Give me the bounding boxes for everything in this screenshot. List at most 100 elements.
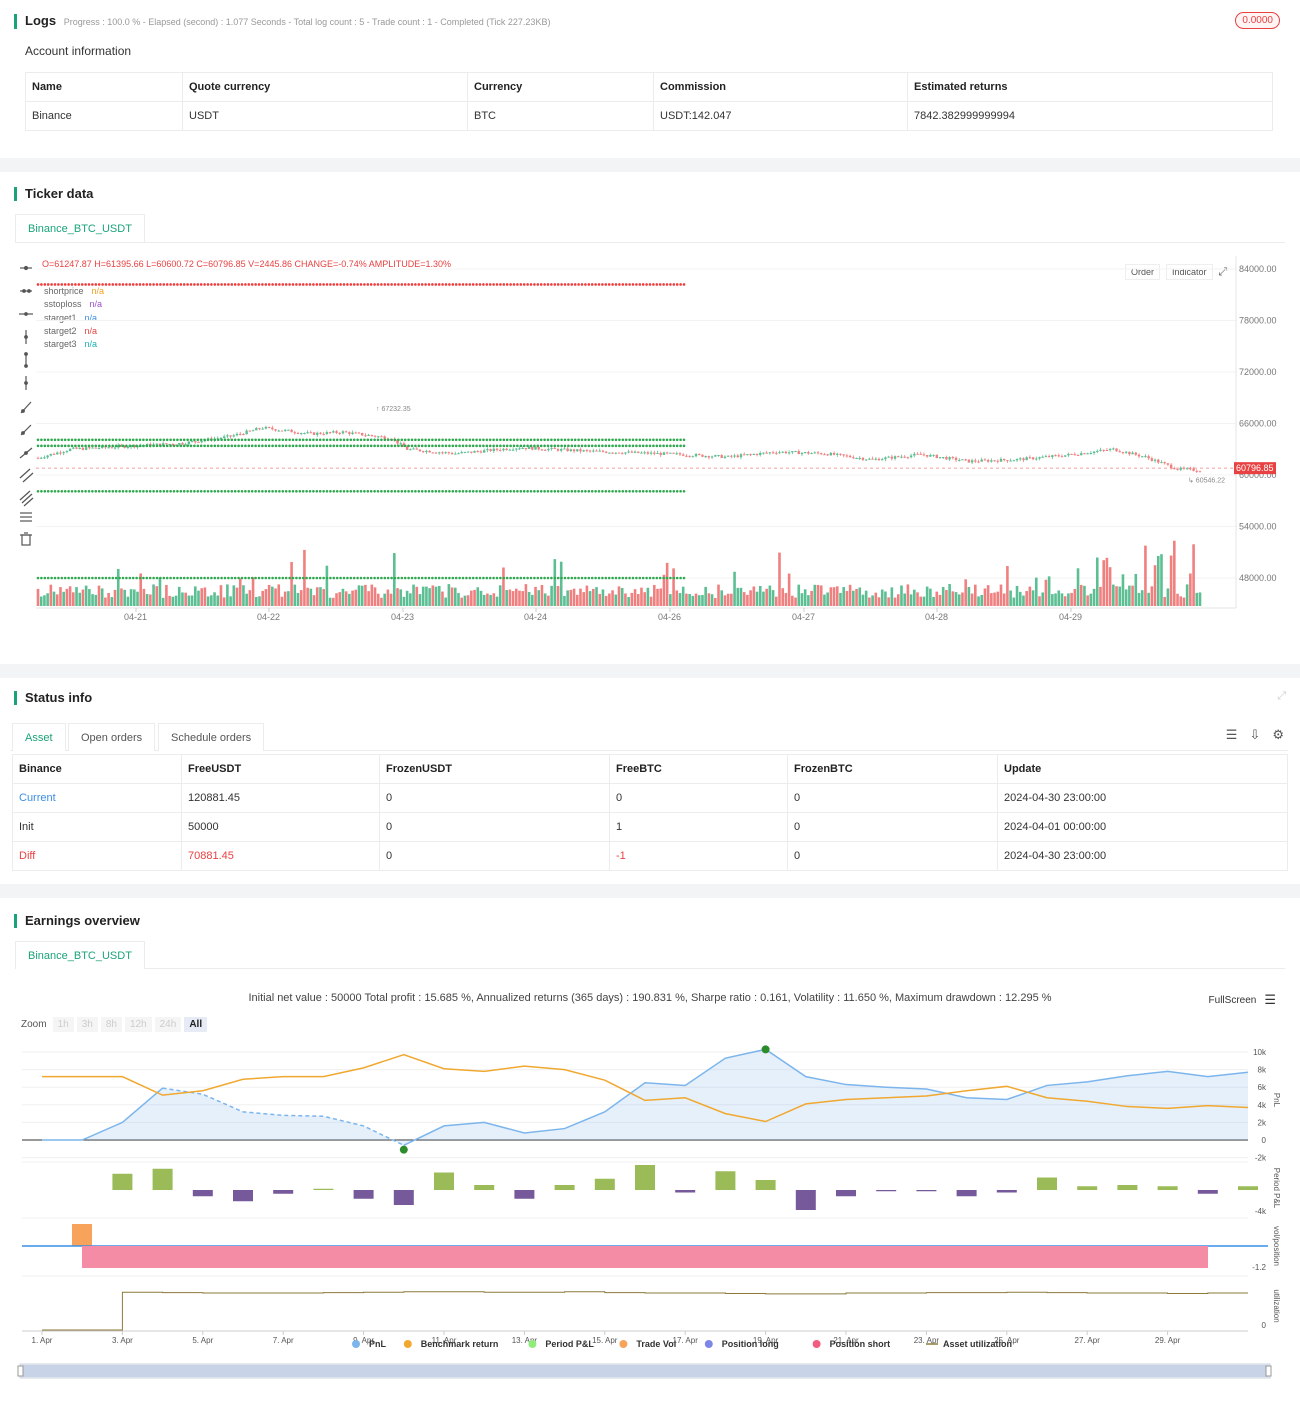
legend-pnl[interactable]: PnL bbox=[369, 1339, 387, 1349]
tab-ticker-symbol[interactable]: Binance_BTC_USDT bbox=[15, 214, 145, 242]
zoom-All[interactable]: All bbox=[184, 1017, 208, 1032]
crosshair-icon[interactable] bbox=[20, 265, 32, 271]
candle-body bbox=[505, 448, 508, 450]
zoom-1h[interactable]: 1h bbox=[52, 1017, 74, 1032]
volume-bar bbox=[437, 585, 441, 606]
target1-dot bbox=[359, 438, 363, 442]
menu-icon[interactable]: ☰ bbox=[1226, 727, 1238, 743]
candle-body bbox=[999, 458, 1003, 462]
stoploss-dot bbox=[509, 283, 512, 286]
volume-bar bbox=[514, 588, 518, 606]
target2-dot bbox=[308, 444, 312, 448]
target2-dot bbox=[261, 444, 264, 448]
stoploss-dot bbox=[373, 283, 376, 286]
stoploss-dot bbox=[669, 283, 672, 286]
target1-dot bbox=[390, 438, 393, 442]
legend-asset-utilization[interactable]: Asset utilization bbox=[943, 1339, 1012, 1349]
trash-icon[interactable] bbox=[20, 532, 32, 546]
cloud-download-icon[interactable]: ⇩ bbox=[1249, 727, 1260, 743]
candlestick-chart[interactable]: 84000.0078000.0072000.0066000.0060000.00… bbox=[36, 256, 1286, 656]
legend-benchmark-return[interactable]: Benchmark return bbox=[421, 1339, 499, 1349]
trend-line-icon[interactable] bbox=[20, 401, 32, 414]
gear-icon[interactable]: ⚙ bbox=[1272, 727, 1284, 743]
tab-asset[interactable]: Asset bbox=[12, 723, 66, 751]
candle-body bbox=[1009, 460, 1012, 462]
zoom-24h[interactable]: 24h bbox=[154, 1017, 182, 1032]
target2-dot bbox=[543, 444, 546, 448]
horizontal-ray-icon[interactable] bbox=[20, 289, 32, 293]
volume-bar bbox=[354, 589, 358, 606]
candle-body bbox=[165, 443, 168, 445]
legend-position-long[interactable]: Position long bbox=[722, 1339, 779, 1349]
earnings-chart[interactable]: 10k8k6k4k2k0-2k-4k-1.20PnLPeriod P&Lvol/… bbox=[0, 1034, 1300, 1402]
target1-dot bbox=[465, 438, 468, 442]
parallel-channel-icon[interactable] bbox=[19, 468, 34, 483]
target2-dot bbox=[284, 444, 288, 448]
candle-body bbox=[832, 452, 836, 455]
legend-position-short[interactable]: Position short bbox=[830, 1339, 891, 1349]
target3-dot bbox=[53, 490, 57, 493]
vertical-line-icon[interactable] bbox=[24, 330, 28, 344]
navigator-handle-right[interactable] bbox=[1265, 1365, 1272, 1377]
target3-dot bbox=[587, 490, 591, 493]
stoploss-dot bbox=[482, 283, 485, 286]
volume-bar bbox=[271, 586, 274, 606]
target3-dot bbox=[556, 490, 560, 493]
menu-icon[interactable]: ☰ bbox=[1264, 992, 1276, 1008]
expand-icon[interactable]: ⤢ bbox=[1277, 690, 1286, 703]
pitchfork-icon[interactable] bbox=[19, 490, 34, 507]
volume-level-dot bbox=[601, 576, 604, 580]
stoploss-dot bbox=[291, 283, 295, 286]
period-pnl-bar bbox=[112, 1173, 133, 1190]
volume-bar bbox=[646, 587, 650, 606]
candle-body bbox=[1047, 456, 1051, 458]
vertical-ray-icon[interactable] bbox=[24, 376, 28, 390]
target1-dot bbox=[254, 438, 257, 442]
target3-dot bbox=[213, 490, 217, 493]
volume-level-dot bbox=[621, 576, 625, 580]
candle-body bbox=[271, 427, 274, 430]
volume-bar bbox=[1163, 596, 1166, 606]
volume-level-dot bbox=[131, 576, 135, 580]
navigator-window[interactable] bbox=[22, 1365, 1268, 1377]
tab-earnings-symbol[interactable]: Binance_BTC_USDT bbox=[15, 941, 145, 969]
zoom-12h[interactable]: 12h bbox=[124, 1017, 152, 1032]
extended-line-icon[interactable] bbox=[19, 447, 33, 459]
target1-dot bbox=[468, 438, 472, 442]
tab-open-orders[interactable]: Open orders bbox=[68, 723, 156, 751]
stoploss-dot bbox=[111, 283, 115, 286]
navigator-handle-left[interactable] bbox=[17, 1365, 24, 1377]
target1-dot bbox=[553, 438, 557, 442]
target3-dot bbox=[380, 490, 383, 493]
volume-bar bbox=[264, 589, 268, 606]
volume-level-dot bbox=[522, 576, 526, 580]
volume-level-dot bbox=[669, 576, 672, 580]
legend-trade-vol[interactable]: Trade Vol bbox=[636, 1339, 676, 1349]
target3-dot bbox=[427, 490, 431, 493]
fullscreen-button[interactable]: FullScreen bbox=[1209, 995, 1257, 1006]
legend-period-p-l[interactable]: Period P&L bbox=[545, 1339, 594, 1349]
volume-bar bbox=[916, 592, 919, 606]
zoom-3h[interactable]: 3h bbox=[76, 1017, 98, 1032]
target1-dot bbox=[295, 438, 298, 442]
period-pnl-bar bbox=[192, 1190, 213, 1197]
volume-bar bbox=[145, 593, 149, 606]
zoom-8h[interactable]: 8h bbox=[100, 1017, 122, 1032]
stoploss-dot bbox=[601, 283, 604, 286]
candle-body bbox=[1192, 468, 1195, 471]
volume-bar bbox=[248, 590, 252, 606]
candle-body bbox=[287, 429, 290, 431]
candle-body bbox=[980, 459, 983, 462]
horizontal-line-icon[interactable] bbox=[19, 312, 33, 316]
ray-line-icon[interactable] bbox=[20, 424, 32, 436]
tab-schedule-orders[interactable]: Schedule orders bbox=[158, 723, 265, 751]
stoploss-dot bbox=[444, 283, 448, 286]
candle-body bbox=[1163, 462, 1166, 464]
fib-retracement-icon[interactable] bbox=[20, 512, 32, 522]
target3-dot bbox=[312, 490, 315, 493]
target1-dot bbox=[142, 438, 145, 442]
vertical-segment-icon[interactable] bbox=[24, 352, 28, 368]
stoploss-dot bbox=[332, 283, 336, 286]
candle-body bbox=[913, 453, 916, 456]
target2-dot bbox=[475, 444, 478, 448]
